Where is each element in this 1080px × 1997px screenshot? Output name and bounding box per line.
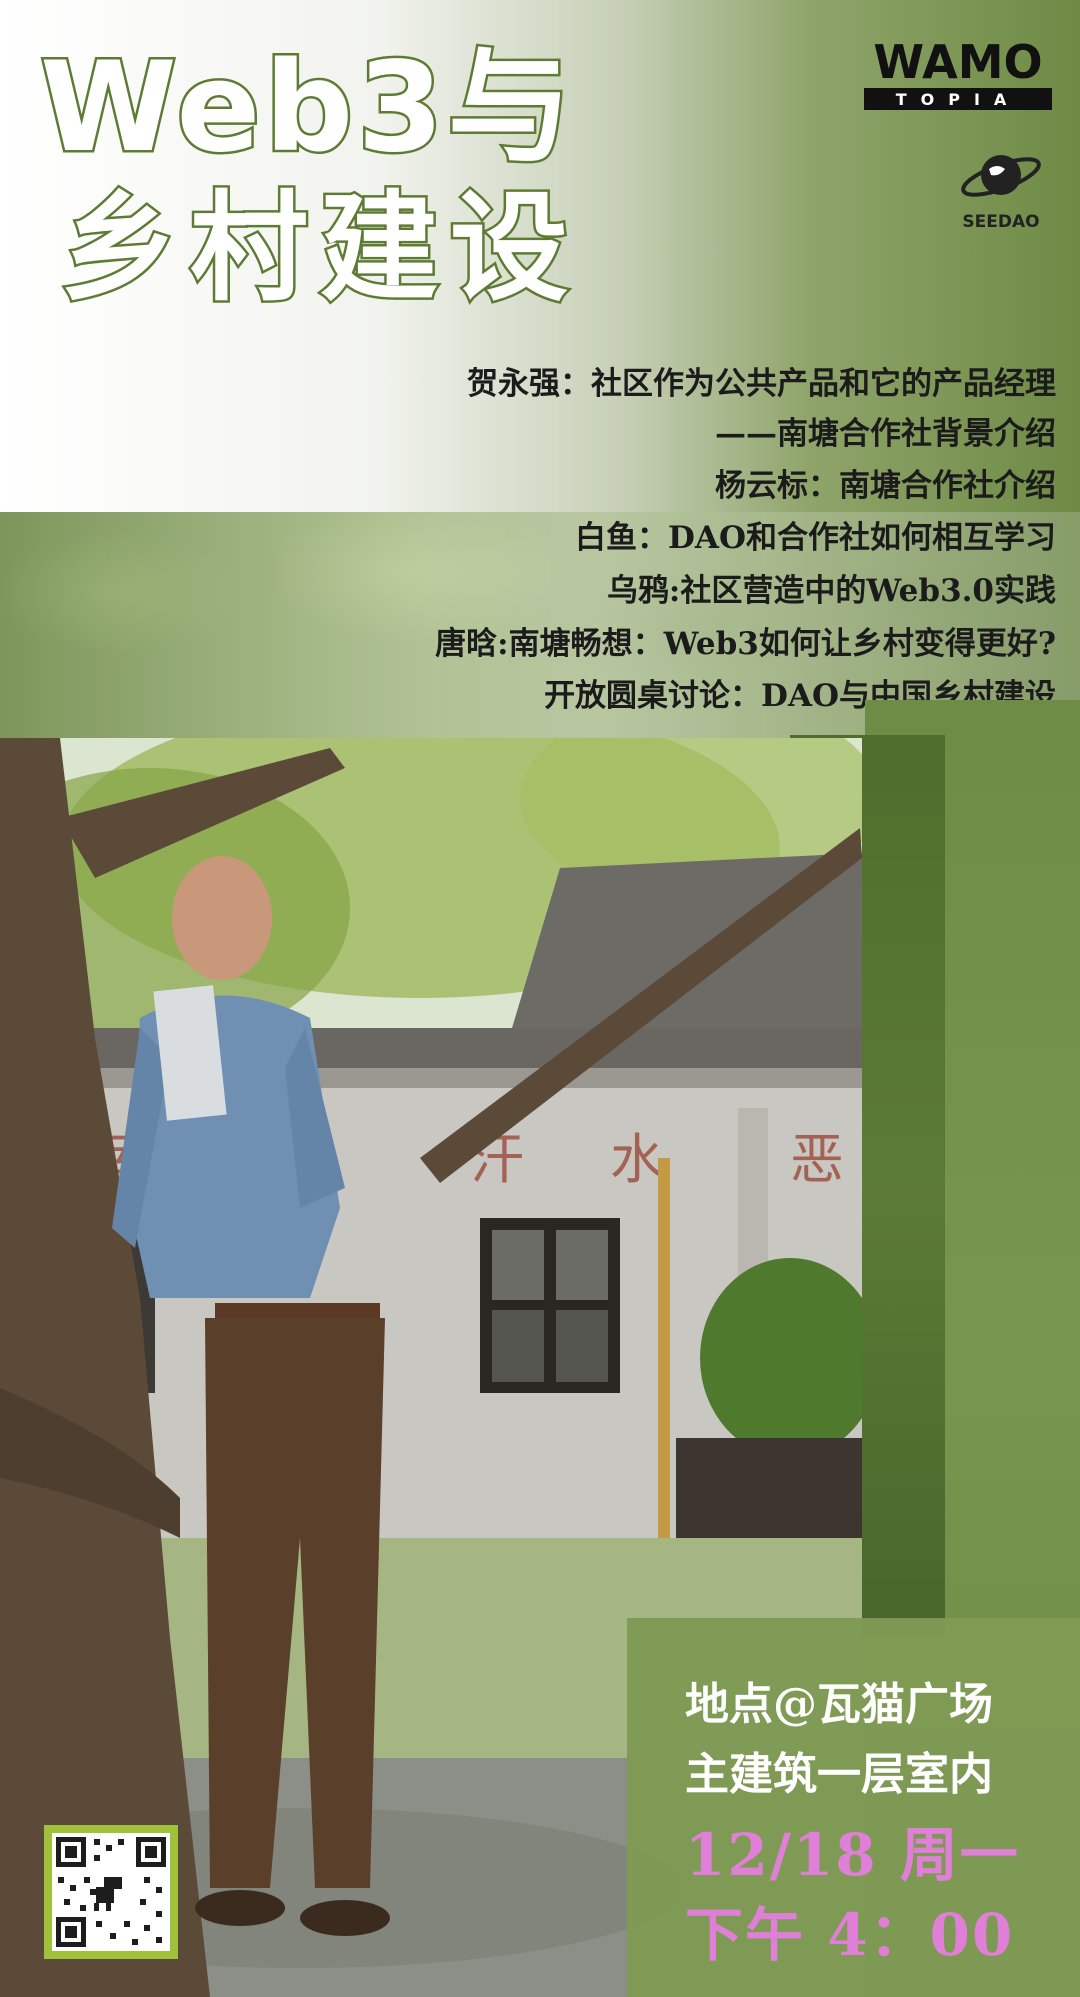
svg-text:水: 水 <box>610 1128 664 1191</box>
svg-text:WAMO: WAMO <box>873 36 1042 89</box>
event-date: 12/18 周一 <box>685 1821 1020 1889</box>
venue-line-1: 地点@瓦猫广场 <box>685 1679 993 1730</box>
agenda-item-1-subtitle: ——南塘合作社背景介绍 <box>715 416 1056 452</box>
title-line-1: Web3与 <box>38 36 576 181</box>
poster: Web3与 乡村建设 WAMO TOPIA SEEDAO 贺永强：社区作为公共产… <box>0 0 1080 1997</box>
agenda-item-4: 乌鸦:社区营造中的Web3.0实践 <box>606 573 1056 609</box>
agenda-item-2: 杨云标：南塘合作社介绍 <box>715 468 1056 504</box>
agenda-item-5: 唐晗:南塘畅想：Web3如何让乡村变得更好? <box>435 626 1056 662</box>
venue-line-2: 主建筑一层室内 <box>685 1749 993 1800</box>
agenda-item-3: 白鱼：DAO和合作社如何相互学习 <box>575 520 1056 556</box>
svg-text:SEEDAO: SEEDAO <box>962 212 1039 232</box>
qr-code[interactable] <box>44 1825 178 1959</box>
title-line-2: 乡村建设 <box>57 177 581 320</box>
agenda-item-1: 贺永强：社区作为公共产品和它的产品经理 <box>467 366 1056 402</box>
wamo-logo-icon: WAMO TOPIA <box>864 35 1052 110</box>
globe-ring-icon: SEEDAO <box>961 155 1041 232</box>
svg-text:恶: 恶 <box>790 1128 844 1191</box>
wamo-topia-logo: WAMO TOPIA <box>858 35 1058 120</box>
qr-code-icon <box>44 1825 178 1959</box>
svg-text:TOPIA: TOPIA <box>896 90 1021 109</box>
seedao-logo: SEEDAO <box>955 145 1047 237</box>
event-time: 下午 4：00 <box>685 1901 1015 1969</box>
